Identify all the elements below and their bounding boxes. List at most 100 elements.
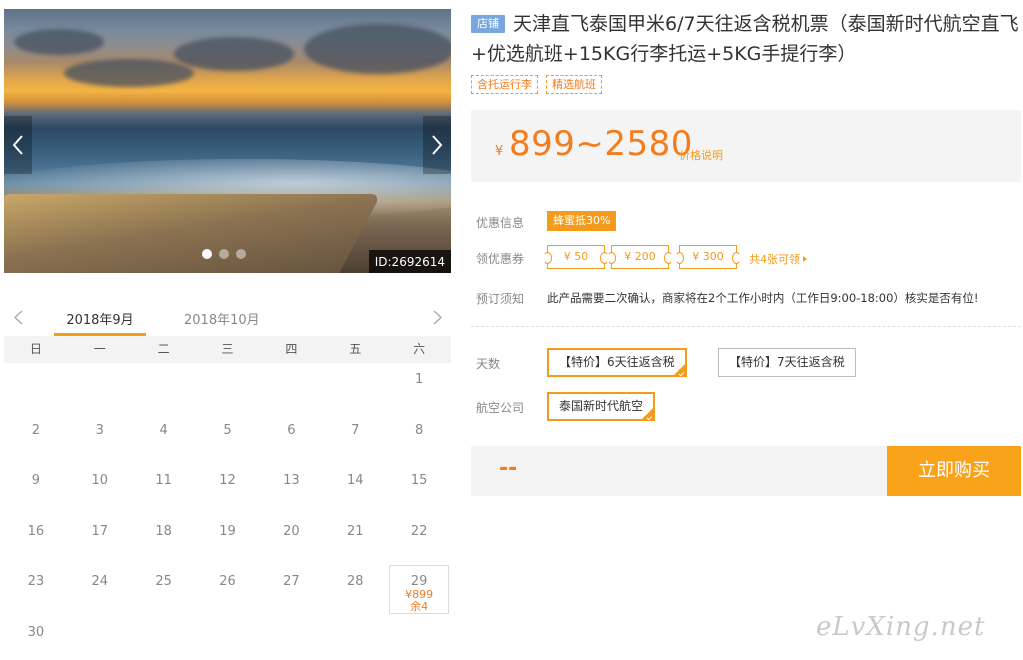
calendar-day-cell[interactable]: 1 — [387, 363, 451, 414]
calendar-day-cell[interactable]: 27 — [259, 565, 323, 616]
calendar-day-cell[interactable]: 14 — [323, 464, 387, 515]
calendar-day-cell[interactable]: 19 — [196, 515, 260, 566]
gallery-dot[interactable] — [202, 249, 212, 259]
calendar-day-cell[interactable]: 24 — [68, 565, 132, 616]
gallery-dot[interactable] — [219, 249, 229, 259]
calendar-day-cell[interactable]: 18 — [132, 515, 196, 566]
calendar-day-cell — [196, 616, 260, 660]
calendar-day-cell[interactable]: 22 — [387, 515, 451, 566]
calendar-day-cell[interactable]: 20 — [259, 515, 323, 566]
calendar-day-number: 18 — [155, 523, 172, 539]
calendar-day-number: 4 — [159, 422, 168, 438]
calendar-day-number: 2 — [31, 422, 41, 438]
cloud-shape — [304, 24, 451, 74]
calendar-day-cell[interactable]: 30 — [4, 616, 68, 660]
calendar-week-row: 2 3 4 5 6 7 8 — [4, 414, 451, 465]
calendar-day-cell — [387, 616, 451, 660]
calendar-day-number: 14 — [346, 473, 364, 488]
coupon-more-link[interactable]: 共4张可领 — [749, 251, 807, 267]
calendar-day-number: 8 — [414, 422, 424, 438]
weekday-label: 四 — [285, 342, 298, 356]
calendar-day-cell[interactable]: 29 ¥899 余4 — [387, 565, 451, 616]
calendar-day-number: 6 — [287, 422, 296, 438]
buy-now-button[interactable]: 立即购买 — [887, 446, 1021, 496]
coupon-more-label: 共4张可领 — [749, 253, 800, 266]
calendar-day-cell[interactable]: 9 — [4, 464, 68, 515]
calendar-day-cell — [68, 363, 132, 414]
calendar-prev-month-button[interactable] — [10, 306, 26, 328]
calendar-day-number: 25 — [155, 574, 172, 589]
calendar-day-number: 16 — [27, 523, 45, 539]
price-range: 899~2580 — [509, 124, 693, 164]
product-tag: 精选航班 — [546, 75, 602, 94]
calendar-day-cell[interactable]: 12 — [196, 464, 260, 515]
product-title-block: 店铺 天津直飞泰国甲米6/7天往返含税机票（泰国新时代航空直飞+优选航班+15KG… — [471, 9, 1021, 69]
calendar-day-cell[interactable]: 26 — [196, 565, 260, 616]
airline-option[interactable]: 泰国新时代航空 — [547, 392, 656, 421]
total-price: -- — [499, 456, 518, 481]
calendar-week-row: 16 17 18 19 20 21 22 — [4, 515, 451, 566]
calendar-month-tab-next[interactable]: 2018年10月 — [184, 309, 260, 328]
coupon-50[interactable]: ¥ 50 — [543, 245, 609, 269]
cloud-shape — [64, 59, 194, 87]
calendar-next-month-button[interactable] — [429, 306, 445, 328]
calendar-day-cell[interactable]: 7 — [323, 414, 387, 465]
purchase-bar: -- 立即购买 — [471, 446, 1021, 496]
calendar-day-cell[interactable]: 5 — [196, 414, 260, 465]
product-tag: 含托运行李 — [471, 75, 538, 94]
calendar-day-cell[interactable]: 11 — [132, 464, 196, 515]
calendar-day-cell[interactable]: 8 — [387, 414, 451, 465]
calendar-day-number: 23 — [27, 574, 45, 589]
calendar-month-tab-current[interactable]: 2018年9月 — [54, 309, 146, 328]
gallery-dot[interactable] — [236, 249, 246, 259]
gallery-prev-button[interactable] — [4, 116, 32, 174]
calendar-day-cell[interactable]: 15 — [387, 464, 451, 515]
calendar-header: 2018年9月 2018年10月 — [4, 300, 451, 336]
calendar-day-cell — [132, 616, 196, 660]
calendar-day-cell — [68, 616, 132, 660]
calendar-day-number: 3 — [95, 422, 104, 438]
calendar-day-cell[interactable]: 10 — [68, 464, 132, 515]
calendar-day-cell — [259, 616, 323, 660]
calendar-day-number: 27 — [283, 574, 300, 589]
calendar-day-cell[interactable]: 25 — [132, 565, 196, 616]
check-icon — [646, 414, 653, 421]
calendar-day-cell[interactable]: 3 — [68, 414, 132, 465]
triangle-right-icon — [803, 256, 807, 262]
beach-sand — [4, 194, 382, 273]
calendar-day-cell[interactable]: 21 — [323, 515, 387, 566]
days-option-6[interactable]: 【特价】6天往返含税 — [547, 348, 687, 377]
calendar-day-cell[interactable]: 2 — [4, 414, 68, 465]
calendar-day-cell[interactable]: 16 — [4, 515, 68, 566]
calendar-day-cell[interactable]: 23 — [4, 565, 68, 616]
calendar-week-row: 1 — [4, 363, 451, 414]
days-option-7[interactable]: 【特价】7天往返含税 — [718, 348, 856, 377]
calendar-day-number: 26 — [219, 574, 236, 589]
section-divider — [471, 326, 1021, 327]
calendar-day-number: 30 — [27, 624, 45, 640]
gallery-next-button[interactable] — [423, 116, 451, 174]
product-tags: 含托运行李 精选航班 — [471, 75, 1021, 94]
promo-label: 优惠信息 — [476, 216, 525, 230]
calendar-day-cell — [4, 363, 68, 414]
coupon-200[interactable]: ¥ 200 — [607, 245, 673, 269]
calendar-day-number: 11 — [155, 473, 172, 488]
product-image-gallery[interactable]: ID:2692614 — [4, 9, 451, 273]
booking-notice-text: 此产品需要二次确认，商家将在2个工作小时内（工作日9:00-18:00）核实是否… — [547, 291, 979, 305]
calendar-day-cell[interactable]: 13 — [259, 464, 323, 515]
price-explain-link[interactable]: 价格说明 — [679, 147, 723, 163]
coupon-300[interactable]: ¥ 300 — [675, 245, 741, 269]
calendar-day-cell[interactable]: 28 — [323, 565, 387, 616]
product-title: 天津直飞泰国甲米6/7天往返含税机票（泰国新时代航空直飞+优选航班+15KG行李… — [471, 13, 1019, 65]
calendar-day-number: 22 — [410, 523, 428, 539]
calendar-day-cell[interactable]: 17 — [68, 515, 132, 566]
calendar-day-number: 10 — [91, 473, 109, 488]
weekday-label: 一 — [93, 342, 106, 356]
calendar-day-stock: 余4 — [410, 600, 429, 613]
calendar-day-cell[interactable]: 6 — [259, 414, 323, 465]
chevron-right-icon — [433, 309, 442, 325]
image-id-label: ID:2692614 — [368, 250, 451, 273]
calendar-day-cell — [132, 363, 196, 414]
chevron-right-icon — [432, 135, 443, 155]
calendar-day-cell[interactable]: 4 — [132, 414, 196, 465]
